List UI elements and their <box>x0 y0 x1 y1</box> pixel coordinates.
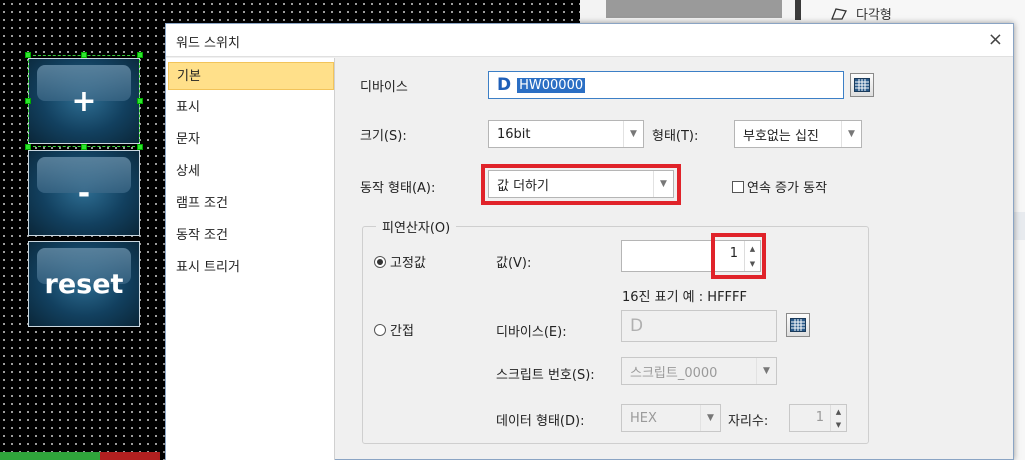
size-value: 16bit <box>497 126 531 142</box>
dialog-titlebar: 워드 스위치 × <box>166 24 1013 57</box>
grid-keypad-icon <box>854 78 870 92</box>
highlight-box-value <box>711 233 766 279</box>
hmi-reset-button[interactable]: reset <box>28 241 140 327</box>
radio-dot <box>374 255 386 268</box>
status-strip-green <box>0 452 100 460</box>
tool-item-polygon[interactable]: 다각형 <box>830 4 892 23</box>
operation-label: 동작 형태(A): <box>360 181 436 196</box>
resize-handle[interactable] <box>137 52 143 58</box>
device-browse-button[interactable] <box>850 73 874 97</box>
resize-handle[interactable] <box>25 52 31 58</box>
size-select[interactable]: 16bit ▼ <box>488 120 644 148</box>
radio-label: 고정값 <box>390 256 426 271</box>
spin-arrows[interactable]: ▲ ▼ <box>830 405 846 431</box>
grid-keypad-icon <box>790 318 806 332</box>
indirect-device-label: 디바이스(E): <box>496 325 567 340</box>
checkbox-square <box>732 180 744 193</box>
checkbox-label: 연속 증가 동작 <box>747 181 828 196</box>
script-value: 스크립트_0000 <box>630 365 718 381</box>
tool-item-label: 다각형 <box>856 8 892 23</box>
fixed-value-radio[interactable]: 고정값 <box>374 252 426 271</box>
device-prefix: D <box>630 316 644 336</box>
data-format-select[interactable]: HEX ▼ <box>621 404 721 432</box>
operand-group-title: 피연산자(O) <box>376 217 457 236</box>
format-select[interactable]: 부호없는 십진 ▼ <box>734 120 862 148</box>
nav-item-display[interactable]: 표시 <box>168 94 334 122</box>
device-prefix: D <box>497 75 512 95</box>
device-value: HW00000 <box>517 77 586 93</box>
toolbar-block <box>606 0 782 18</box>
device-label: 디바이스 <box>360 80 408 95</box>
continuous-increase-checkbox[interactable]: 연속 증가 동작 <box>732 177 827 196</box>
format-label: 형태(T): <box>652 129 699 144</box>
size-label: 크기(S): <box>360 129 407 144</box>
script-label: 스크립트 번호(S): <box>496 368 595 383</box>
category-nav: 기본 표시 문자 상세 램프 조건 동작 조건 표시 트리거 <box>166 58 335 460</box>
chevron-down-icon: ▼ <box>756 358 776 384</box>
nav-item-detail[interactable]: 상세 <box>168 158 334 186</box>
radio-dot <box>374 323 386 336</box>
indirect-device-browse-button[interactable] <box>786 313 810 337</box>
chevron-down-icon: ▼ <box>841 121 861 147</box>
chevron-down-icon: ▼ <box>700 405 720 431</box>
close-icon[interactable]: × <box>988 30 1003 50</box>
word-switch-dialog: 워드 스위치 × 기본 표시 문자 상세 램프 조건 동작 조건 표시 트리거 … <box>165 23 1014 460</box>
resize-handle[interactable] <box>137 98 143 104</box>
data-format-value: HEX <box>630 410 657 426</box>
hmi-minus-button[interactable]: - <box>28 150 140 236</box>
indirect-radio[interactable]: 간접 <box>374 320 414 339</box>
nav-item-basic[interactable]: 기본 <box>168 62 334 90</box>
nav-item-operation-condition[interactable]: 동작 조건 <box>168 222 334 250</box>
nav-item-lamp-condition[interactable]: 램프 조건 <box>168 190 334 218</box>
value-label: 값(V): <box>496 256 532 271</box>
nav-item-display-trigger[interactable]: 표시 트리거 <box>168 254 334 282</box>
digits-label: 자리수: <box>728 414 769 429</box>
resize-handle[interactable] <box>25 144 31 150</box>
digits-spinbox[interactable]: 1 ▲ ▼ <box>789 404 847 432</box>
data-format-label: 데이터 형태(D): <box>496 414 585 429</box>
resize-handle[interactable] <box>81 52 87 58</box>
radio-label: 간접 <box>390 324 414 339</box>
highlight-box-operation <box>481 164 681 205</box>
dialog-title: 워드 스위치 <box>176 36 240 51</box>
chevron-down-icon: ▼ <box>623 121 643 147</box>
nav-item-text[interactable]: 문자 <box>168 126 334 154</box>
digits-number: 1 <box>815 410 824 425</box>
status-strip-red <box>100 452 160 460</box>
hex-hint: 16진 표기 예 : HFFFF <box>622 290 747 305</box>
resize-handle[interactable] <box>25 98 31 104</box>
resize-handle[interactable] <box>137 144 143 150</box>
polygon-icon <box>831 7 847 20</box>
device-input[interactable]: D HW00000 <box>488 71 844 99</box>
script-select[interactable]: 스크립트_0000 ▼ <box>621 357 777 385</box>
selection-box <box>28 55 140 147</box>
format-value: 부호없는 십진 <box>743 128 819 144</box>
indirect-device-input[interactable]: D <box>621 310 777 342</box>
resize-handle[interactable] <box>81 144 87 150</box>
